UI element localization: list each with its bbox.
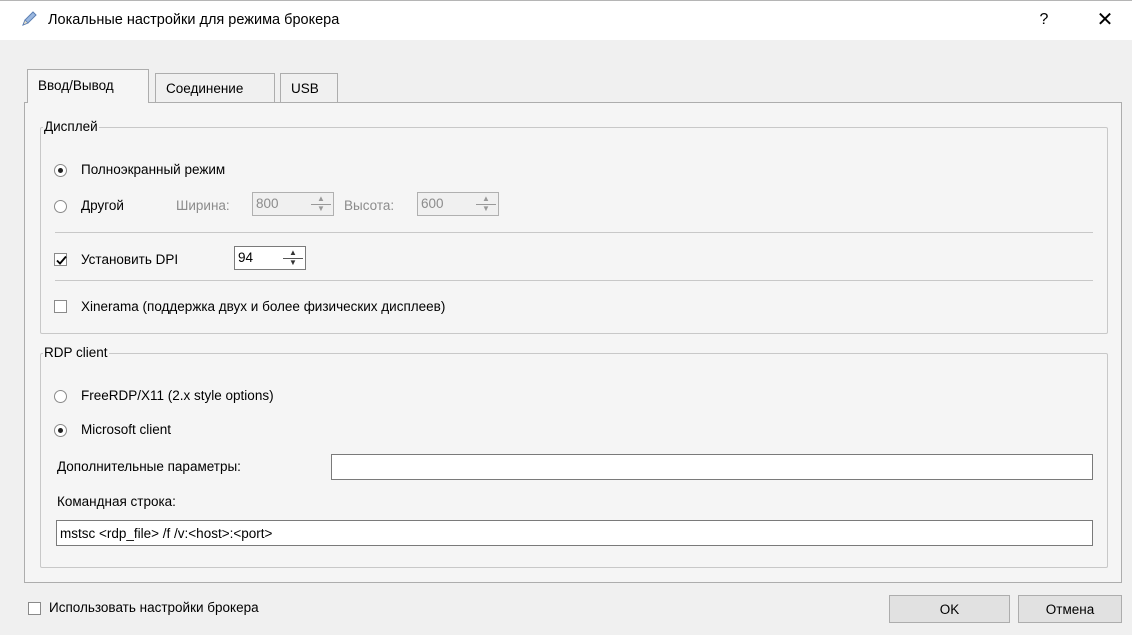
divider [55, 280, 1093, 281]
width-spin-buttons[interactable]: ▲ ▼ [309, 193, 333, 215]
xinerama-checkbox[interactable] [54, 300, 67, 313]
fullscreen-radio[interactable] [54, 164, 67, 177]
rdp-client-group-legend: RDP client [43, 345, 109, 360]
spin-down-icon[interactable]: ▼ [482, 205, 490, 213]
extra-params-field[interactable] [331, 454, 1093, 480]
freerdp-radio[interactable] [54, 390, 67, 403]
tab-connection[interactable]: Соединение [155, 73, 275, 102]
tab-panel-io: Дисплей Полноэкранный режим Другой Ширин… [24, 102, 1122, 583]
window-title: Локальные настройки для режима брокера [48, 12, 340, 28]
rdp-client-group: RDP client FreeRDP/X11 (2.x style option… [40, 345, 1108, 568]
display-group: Дисплей Полноэкранный режим Другой Ширин… [40, 119, 1108, 334]
spin-up-icon[interactable]: ▲ [482, 195, 490, 203]
checkmark-icon [56, 255, 67, 265]
spin-down-icon[interactable]: ▼ [317, 205, 325, 213]
cancel-button[interactable]: Отмена [1018, 595, 1122, 623]
tab-usb[interactable]: USB [280, 73, 338, 102]
spin-up-icon[interactable]: ▲ [289, 249, 297, 257]
set-dpi-label: Установить DPI [81, 252, 179, 267]
height-label: Высота: [344, 198, 395, 213]
extra-params-label: Дополнительные параметры: [57, 459, 241, 474]
other-resolution-radio[interactable] [54, 200, 67, 213]
xinerama-label: Xinerama (поддержка двух и более физичес… [81, 299, 446, 314]
dpi-value: 94 [238, 250, 254, 265]
cmdline-input[interactable] [57, 521, 1092, 545]
divider [55, 232, 1093, 233]
height-spinbox[interactable]: 600 ▲ ▼ [417, 192, 499, 216]
height-value: 600 [421, 196, 444, 211]
dpi-spinbox[interactable]: 94 ▲ ▼ [234, 246, 306, 270]
dialog-window: Локальные настройки для режима брокера ?… [0, 0, 1132, 635]
width-label: Ширина: [176, 198, 230, 213]
tab-usb-label: USB [291, 81, 319, 96]
pencil-icon [20, 10, 38, 28]
extra-params-input[interactable] [332, 455, 1092, 479]
use-broker-settings-checkbox[interactable] [28, 602, 41, 615]
height-spin-buttons[interactable]: ▲ ▼ [474, 193, 498, 215]
spin-down-icon[interactable]: ▼ [289, 259, 297, 267]
tab-io[interactable]: Ввод/Вывод [27, 69, 149, 103]
use-broker-settings-label: Использовать настройки брокера [49, 600, 259, 615]
help-button[interactable]: ? [1030, 5, 1058, 35]
freerdp-label: FreeRDP/X11 (2.x style options) [81, 388, 274, 403]
cmdline-label: Командная строка: [57, 494, 176, 509]
close-button[interactable]: ✕ [1090, 5, 1120, 35]
cmdline-field[interactable] [56, 520, 1093, 546]
fullscreen-label: Полноэкранный режим [81, 162, 226, 177]
dpi-spin-buttons[interactable]: ▲ ▼ [281, 247, 305, 269]
width-value: 800 [256, 196, 279, 211]
tab-connection-label: Соединение [166, 81, 244, 96]
other-resolution-label: Другой [81, 198, 124, 213]
tab-io-label: Ввод/Вывод [38, 78, 114, 93]
set-dpi-checkbox[interactable] [54, 253, 67, 266]
microsoft-client-label: Microsoft client [81, 422, 172, 437]
ok-button[interactable]: OK [889, 595, 1010, 623]
display-group-legend: Дисплей [43, 119, 99, 134]
spin-up-icon[interactable]: ▲ [317, 195, 325, 203]
microsoft-client-radio[interactable] [54, 424, 67, 437]
width-spinbox[interactable]: 800 ▲ ▼ [252, 192, 334, 216]
title-bar: Локальные настройки для режима брокера ?… [0, 1, 1132, 40]
